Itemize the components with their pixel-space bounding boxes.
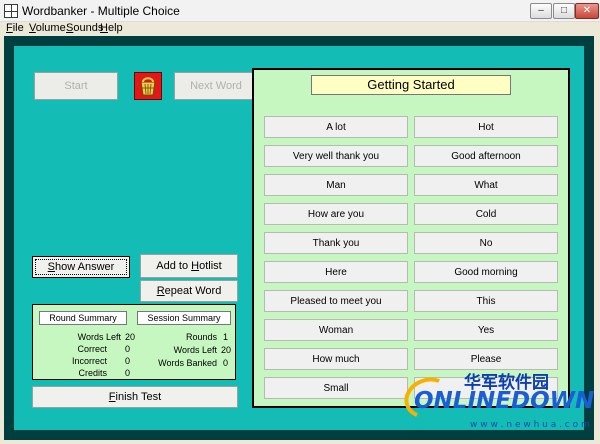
word-bank-basket-icon[interactable]: [134, 72, 162, 100]
summary-panel: Round Summary Session Summary Words Left…: [32, 304, 236, 380]
add-to-hotlist-button[interactable]: Add to Hotlist: [140, 254, 238, 278]
round-words-left-label: Words Left: [77, 332, 121, 342]
show-answer-button[interactable]: Show Answer: [32, 256, 130, 278]
menu-bar: File Volume Sounds Help: [0, 22, 600, 36]
answer-right-4[interactable]: Cold: [414, 203, 558, 225]
answer-left-9[interactable]: How much: [264, 348, 408, 370]
answer-right-1[interactable]: Hot: [414, 116, 558, 138]
session-rounds-label: Rounds: [185, 332, 217, 342]
session-rounds-value: 1: [223, 332, 229, 342]
answer-right-8[interactable]: Yes: [414, 319, 558, 341]
round-credits-label: Credits: [78, 368, 107, 378]
round-incorrect-label: Incorrect: [71, 356, 107, 366]
answers-panel: Getting Started A lot Very well thank yo…: [252, 68, 570, 408]
session-words-banked-value: 0: [223, 358, 229, 368]
round-incorrect-value: 0: [125, 356, 131, 366]
answer-right-3[interactable]: What: [414, 174, 558, 196]
watermark-url: w w w . n e w h u a . c o m: [470, 420, 590, 430]
answer-right-2[interactable]: Good afternoon: [414, 145, 558, 167]
round-credits-value: 0: [125, 368, 131, 378]
finish-test-button[interactable]: Finish Test: [32, 386, 238, 408]
next-word-button[interactable]: Next Word: [174, 72, 258, 100]
menu-help[interactable]: Help: [100, 22, 123, 34]
session-words-banked-label: Words Banked: [158, 358, 217, 368]
answer-left-5[interactable]: Thank you: [264, 232, 408, 254]
window-title: Wordbanker - Multiple Choice: [22, 4, 180, 18]
watermark-logo-text: ONLINEDOWN: [414, 388, 595, 414]
repeat-word-button[interactable]: Repeat Word: [140, 280, 238, 302]
session-summary-title: Session Summary: [137, 311, 231, 325]
lesson-title: Getting Started: [311, 75, 511, 95]
answer-left-8[interactable]: Woman: [264, 319, 408, 341]
menu-volume[interactable]: Volume: [29, 22, 66, 34]
answer-left-2[interactable]: Very well thank you: [264, 145, 408, 167]
app-grid-icon: [4, 4, 18, 18]
menu-file[interactable]: File: [6, 22, 24, 34]
answer-left-4[interactable]: How are you: [264, 203, 408, 225]
session-words-left-label: Words Left: [173, 345, 217, 355]
watermark: 华军软件园 ONLINEDOWN w w w . n e w h u a . c…: [398, 366, 596, 442]
answer-left-10[interactable]: Small: [264, 377, 408, 399]
answer-left-6[interactable]: Here: [264, 261, 408, 283]
round-correct-value: 0: [125, 344, 131, 354]
answer-right-5[interactable]: No: [414, 232, 558, 254]
answer-left-3[interactable]: Man: [264, 174, 408, 196]
answer-right-7[interactable]: This: [414, 290, 558, 312]
round-words-left-value: 20: [125, 332, 136, 342]
title-bar[interactable]: Wordbanker - Multiple Choice – □ ✕: [0, 0, 600, 22]
minimize-button[interactable]: –: [530, 3, 552, 19]
answer-right-6[interactable]: Good morning: [414, 261, 558, 283]
session-words-left-value: 20: [221, 345, 232, 355]
answer-left-1[interactable]: A lot: [264, 116, 408, 138]
menu-sounds[interactable]: Sounds: [66, 22, 103, 34]
close-button[interactable]: ✕: [575, 3, 599, 19]
round-correct-label: Correct: [77, 344, 107, 354]
answer-left-7[interactable]: Pleased to meet you: [264, 290, 408, 312]
start-button[interactable]: Start: [34, 72, 118, 100]
maximize-button[interactable]: □: [553, 3, 575, 19]
round-summary-title: Round Summary: [39, 311, 127, 325]
